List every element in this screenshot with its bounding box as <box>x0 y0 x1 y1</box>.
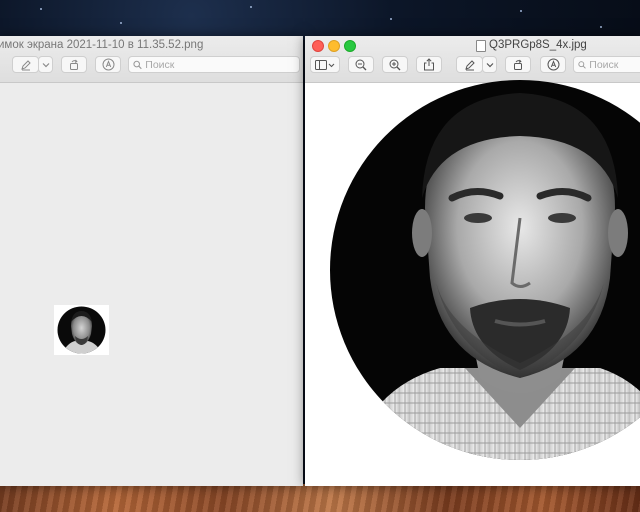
annotate-button[interactable] <box>540 56 566 73</box>
window-title: Q3PRGp8S_4x.jpg <box>489 39 587 51</box>
rotate-button[interactable] <box>505 56 531 73</box>
desktop-wallpaper-desert <box>0 484 640 512</box>
document-icon <box>476 40 486 52</box>
chevron-down-icon <box>486 62 493 67</box>
window-title: имок экрана 2021-11-10 в 11.35.52.png <box>0 39 204 51</box>
share-button[interactable] <box>416 56 442 73</box>
zoom-out-icon <box>355 59 367 70</box>
zoom-out-button[interactable] <box>348 56 374 73</box>
markup-dropdown-button[interactable] <box>38 56 53 73</box>
sidebar-icon <box>315 59 335 70</box>
rotate-icon <box>514 59 522 70</box>
share-icon <box>424 58 434 71</box>
search-icon <box>578 60 586 69</box>
markup-button[interactable] <box>456 56 483 73</box>
chevron-down-icon <box>42 62 49 67</box>
image-thumbnail[interactable] <box>54 305 109 355</box>
star <box>600 26 602 28</box>
annotate-icon <box>102 58 114 71</box>
search-field[interactable] <box>573 56 640 73</box>
image-canvas[interactable] <box>0 83 303 486</box>
markup-pencil-icon <box>20 59 31 70</box>
markup-button[interactable] <box>12 56 39 73</box>
sidebar-button[interactable] <box>310 56 340 73</box>
image-canvas[interactable] <box>305 80 640 486</box>
desktop-wallpaper-sky <box>0 0 640 40</box>
title-bar[interactable]: имок экрана 2021-11-10 в 11.35.52.png <box>0 36 303 83</box>
star <box>120 22 122 24</box>
zoom-in-button[interactable] <box>382 56 408 73</box>
zoom-in-icon <box>389 59 401 70</box>
preview-window-left[interactable]: имок экрана 2021-11-10 в 11.35.52.png <box>0 36 303 486</box>
portrait-thumbnail-image <box>57 306 106 354</box>
star <box>250 6 252 8</box>
star <box>40 8 42 10</box>
annotate-button[interactable] <box>95 56 121 73</box>
markup-dropdown-button[interactable] <box>482 56 497 73</box>
title-bar[interactable]: Q3PRGp8S_4x.jpg <box>305 36 640 83</box>
search-field[interactable] <box>128 56 300 73</box>
star <box>390 18 392 20</box>
star <box>520 10 522 12</box>
annotate-icon <box>547 58 559 71</box>
search-input[interactable] <box>586 58 640 71</box>
rotate-icon <box>70 59 78 70</box>
preview-window-right[interactable]: Q3PRGp8S_4x.jpg <box>305 36 640 486</box>
maximize-button[interactable] <box>344 40 356 52</box>
rotate-button[interactable] <box>61 56 87 73</box>
portrait-photo <box>330 80 640 460</box>
search-input[interactable] <box>142 58 299 71</box>
markup-pencil-icon <box>464 59 475 70</box>
search-icon <box>133 60 142 69</box>
close-button[interactable] <box>312 40 324 52</box>
minimize-button[interactable] <box>328 40 340 52</box>
